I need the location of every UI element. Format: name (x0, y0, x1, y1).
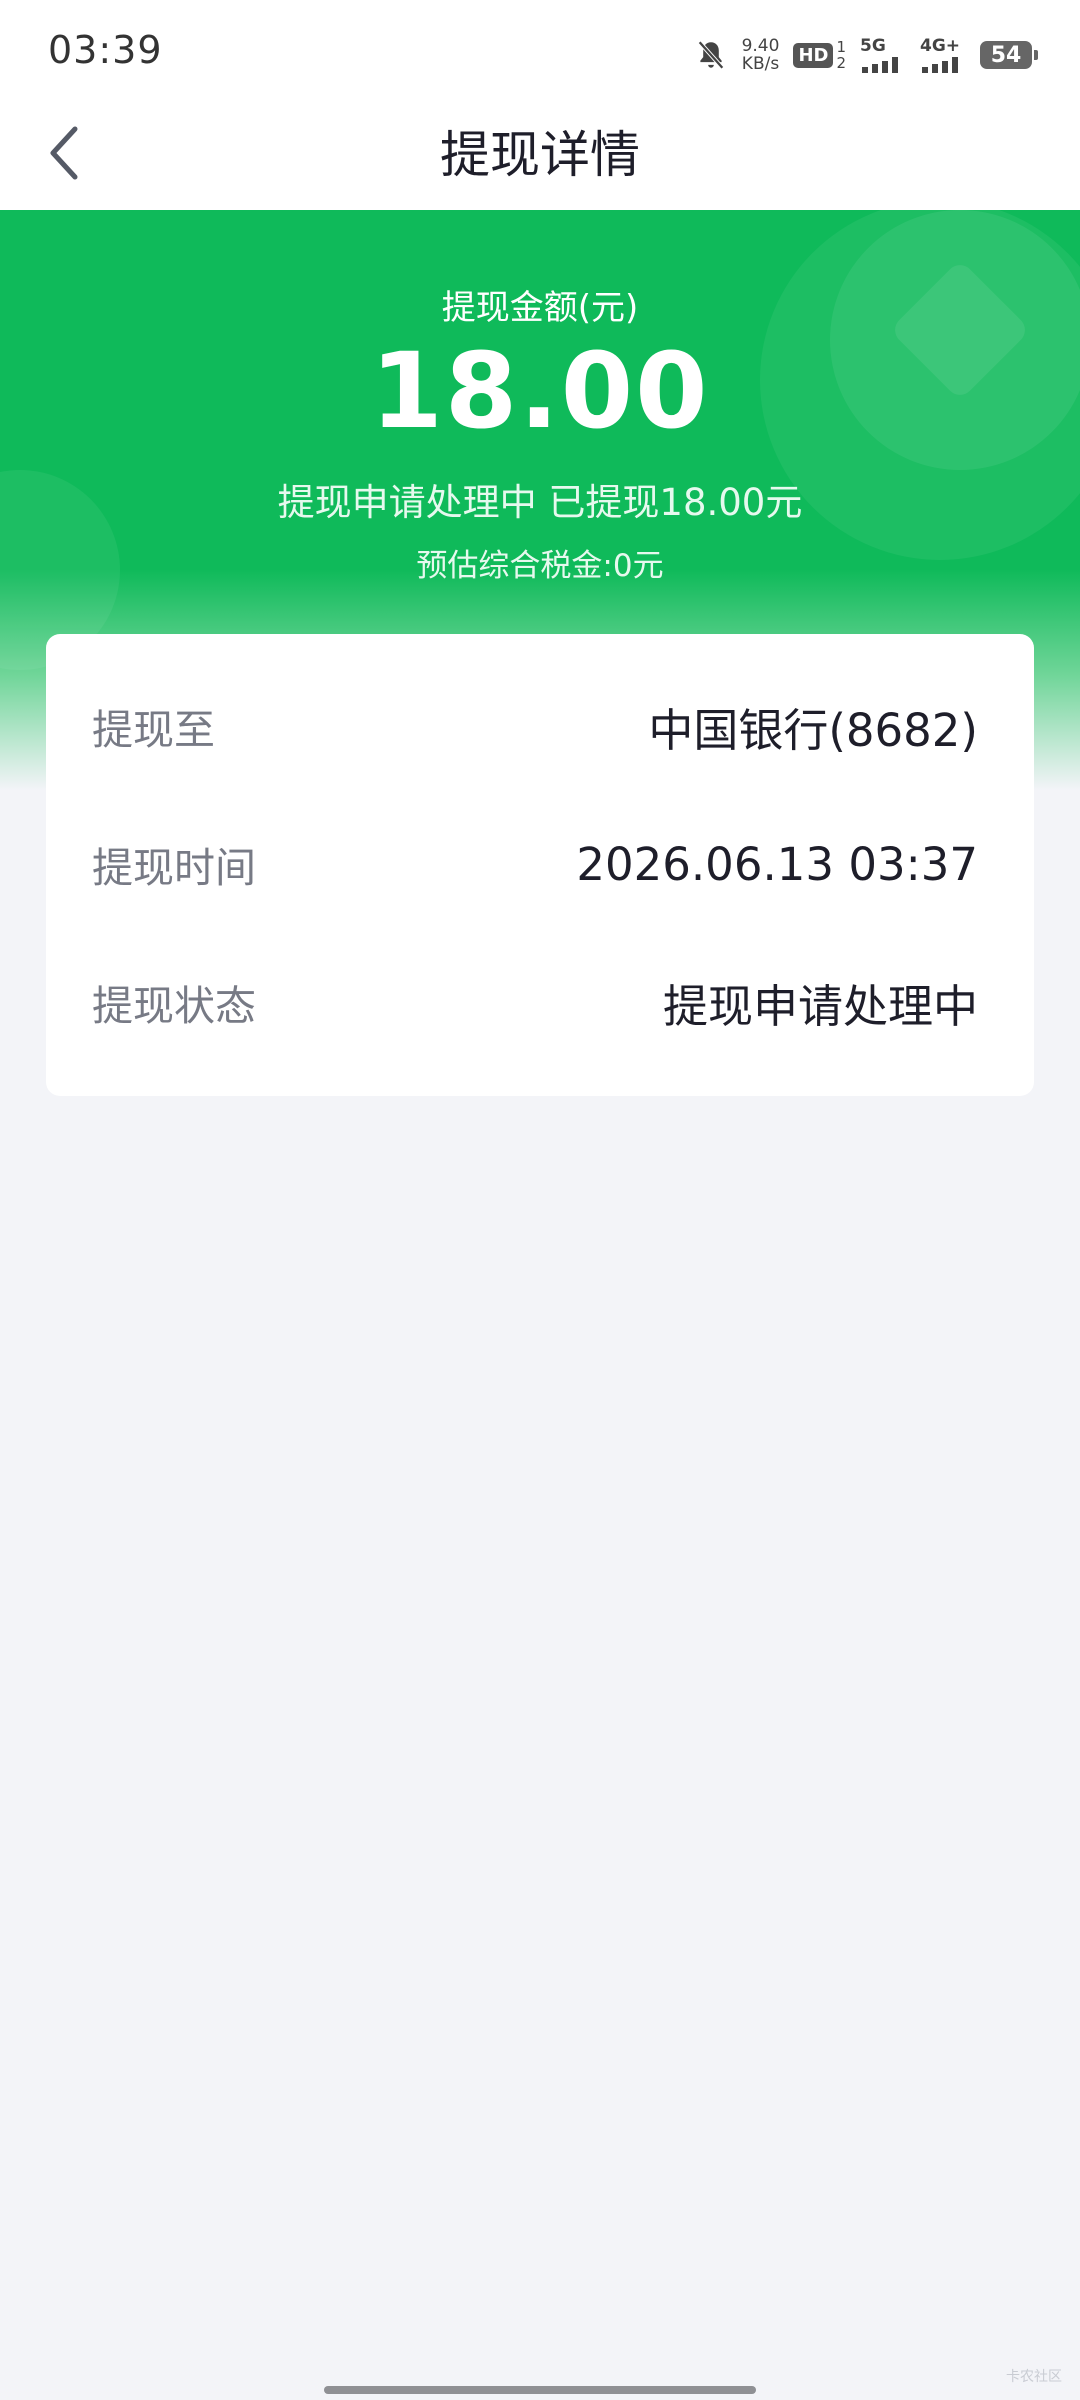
amount-label: 提现金额(元) (441, 288, 639, 328)
hd-icon: HD 1 2 (793, 39, 846, 71)
hd-slot-top: 1 (836, 38, 846, 56)
detail-row-status: 提现状态 提现申请处理中 (92, 962, 978, 1042)
signal-5g-label: 5G (860, 36, 886, 56)
status-icons: 9.40 KB/s HD 1 2 5G 4G+ 54 (694, 30, 1038, 80)
bell-muted-icon (694, 38, 728, 72)
status-value: 提现申请处理中 (662, 979, 978, 1033)
net-speed-unit: KB/s (741, 54, 780, 74)
net-speed: 9.40 KB/s (742, 37, 780, 73)
signal-5g-icon: 5G (860, 37, 906, 73)
time-label: 提现时间 (92, 844, 256, 892)
hd-sim-slots: 1 2 (836, 39, 846, 71)
detail-row-time: 提现时间 2026.06.13 03:37 (92, 824, 978, 904)
withdraw-detail-screen: 03:39 9.40 KB/s HD 1 2 5G 4G+ 54 提现详情 提现… (0, 0, 1080, 2400)
battery-icon: 54 (980, 41, 1038, 69)
detail-row-destination: 提现至 中国银行(8682) (92, 686, 978, 766)
signal-4g-label: 4G+ (920, 36, 961, 56)
status-label: 提现状态 (92, 982, 256, 1030)
home-indicator[interactable] (324, 2386, 756, 2394)
net-speed-value: 9.40 (741, 36, 780, 56)
withdraw-detail-card: 提现至 中国银行(8682) 提现时间 2026.06.13 03:37 提现状… (46, 634, 1034, 1096)
status-time: 03:39 (48, 28, 163, 72)
watermark: 卡农社区 (1006, 2369, 1062, 2385)
status-bar: 03:39 9.40 KB/s HD 1 2 5G 4G+ 54 (0, 0, 1080, 100)
signal-4g-icon: 4G+ (920, 37, 966, 73)
destination-label: 提现至 (92, 706, 215, 754)
estimated-tax: 预估综合税金:0元 (416, 548, 664, 584)
hd-slot-bottom: 2 (836, 54, 846, 72)
time-value: 2026.06.13 03:37 (576, 837, 978, 891)
withdraw-amount: 18.00 (370, 330, 710, 452)
nav-bar: 提现详情 (0, 100, 1080, 210)
hd-label: HD (793, 42, 834, 68)
battery-level: 54 (990, 42, 1022, 68)
page-title: 提现详情 (440, 126, 640, 184)
destination-value: 中国银行(8682) (648, 703, 978, 757)
withdraw-status-summary: 提现申请处理中 已提现18.00元 (277, 481, 803, 524)
